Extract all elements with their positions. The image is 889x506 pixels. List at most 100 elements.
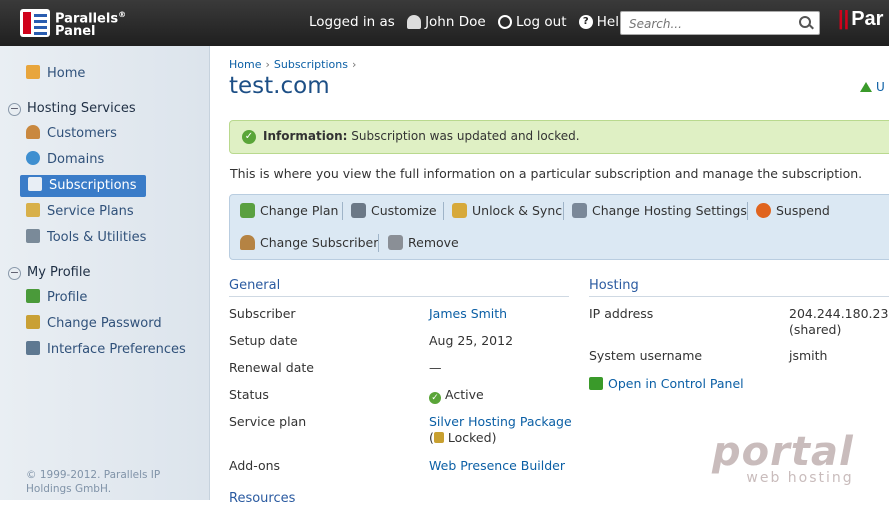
status-text: Active xyxy=(445,387,484,402)
collapse-icon[interactable]: − xyxy=(8,103,21,116)
ip-address-value: 204.244.180.231 xyxy=(789,306,889,321)
arrow-up-icon xyxy=(860,82,872,92)
breadcrumb-subscriptions[interactable]: Subscriptions xyxy=(274,58,348,71)
subscriber-label: Subscriber xyxy=(229,306,296,321)
lock-icon xyxy=(433,432,444,443)
sidebar-label: Customers xyxy=(47,126,117,141)
remove-button[interactable]: Remove xyxy=(388,233,459,253)
sidebar-group-hosting-services[interactable]: − Hosting Services xyxy=(8,101,136,116)
change-hosting-settings-button[interactable]: Change Hosting Settings xyxy=(572,201,747,221)
home-icon xyxy=(26,65,40,79)
logout-icon[interactable] xyxy=(497,15,512,29)
section-divider xyxy=(589,296,889,297)
button-label: Customize xyxy=(371,203,437,218)
change-plan-button[interactable]: Change Plan xyxy=(240,201,338,221)
upgrade-link[interactable]: U xyxy=(860,80,885,94)
toolbar-divider xyxy=(747,202,748,220)
subscriber-icon xyxy=(240,235,255,250)
sidebar-label: Home xyxy=(47,66,86,81)
profile-icon xyxy=(26,289,40,303)
group-label: My Profile xyxy=(27,265,91,280)
check-icon: ✓ xyxy=(242,130,256,144)
setup-date-label: Setup date xyxy=(229,333,298,348)
locked-text: Locked xyxy=(447,430,492,445)
user-name-link[interactable]: John Doe xyxy=(425,14,486,30)
subscriber-link[interactable]: James Smith xyxy=(429,306,507,321)
addons-label: Add-ons xyxy=(229,458,281,473)
partner-logo: || Par xyxy=(838,8,884,30)
logged-in-label: Logged in as xyxy=(309,14,395,30)
renewal-date-label: Renewal date xyxy=(229,360,314,375)
top-header: Parallels® Panel Logged in as John Doe L… xyxy=(0,0,889,46)
ip-address-label: IP address xyxy=(589,306,654,321)
button-label: Suspend xyxy=(776,203,830,218)
button-label: Remove xyxy=(408,235,459,250)
open-control-panel-link[interactable]: Open in Control Panel xyxy=(589,376,744,391)
subscription-icon xyxy=(28,177,42,191)
sidebar-group-my-profile[interactable]: − My Profile xyxy=(8,265,90,280)
service-plan-link[interactable]: Silver Hosting Package xyxy=(429,414,572,429)
open-cp-label: Open in Control Panel xyxy=(608,376,744,391)
system-username-value: jsmith xyxy=(789,348,828,363)
suspend-icon xyxy=(756,203,771,218)
sidebar-item-customers[interactable]: Customers xyxy=(26,124,117,144)
action-toolbar: Change Plan Customize Unlock & Sync Chan… xyxy=(229,194,889,260)
search-box xyxy=(620,11,820,35)
page-title: test.com xyxy=(229,73,330,99)
general-section-title: General xyxy=(229,278,281,293)
change-subscriber-button[interactable]: Change Subscriber xyxy=(240,233,378,253)
sidebar-item-home[interactable]: Home xyxy=(26,64,85,84)
sidebar-item-profile[interactable]: Profile xyxy=(26,288,87,308)
user-bar: Logged in as John Doe Log out ? Help xyxy=(309,14,628,30)
brand-name: Parallels® Panel xyxy=(55,10,127,40)
sidebar-label: Interface Preferences xyxy=(47,342,186,357)
sidebar-label: Domains xyxy=(47,152,105,167)
sidebar-item-subscriptions[interactable]: Subscriptions xyxy=(20,175,146,197)
tools-icon xyxy=(26,229,40,243)
active-check-icon: ✓ xyxy=(429,392,441,404)
addons-link[interactable]: Web Presence Builder xyxy=(429,458,565,473)
sidebar-label: Profile xyxy=(47,290,88,305)
change-plan-icon xyxy=(240,203,255,218)
customize-button[interactable]: Customize xyxy=(351,201,437,221)
portal-watermark: portal web hosting xyxy=(712,432,854,486)
search-icon[interactable] xyxy=(799,16,811,28)
search-input[interactable] xyxy=(627,14,791,34)
sidebar-item-domains[interactable]: Domains xyxy=(26,150,104,170)
toolbar-divider xyxy=(443,202,444,220)
section-divider xyxy=(229,296,569,297)
breadcrumb-home[interactable]: Home xyxy=(229,58,261,71)
service-plan-icon xyxy=(26,203,40,217)
sidebar-item-tools-utilities[interactable]: Tools & Utilities xyxy=(26,228,146,248)
customer-icon xyxy=(26,125,40,139)
brand-line2: Panel xyxy=(55,24,96,40)
unlock-icon xyxy=(452,203,467,218)
button-label: Change Subscriber xyxy=(260,235,379,250)
setup-date-value: Aug 25, 2012 xyxy=(429,333,514,348)
breadcrumb: Home › Subscriptions › xyxy=(229,58,357,71)
group-label: Hosting Services xyxy=(27,101,136,116)
sidebar: Home − Hosting Services Customers Domains… xyxy=(0,46,210,500)
sidebar-item-change-password[interactable]: Change Password xyxy=(26,314,162,334)
unlock-sync-button[interactable]: Unlock & Sync xyxy=(452,201,562,221)
open-panel-icon xyxy=(589,377,603,390)
parallels-logo-icon[interactable] xyxy=(20,9,50,37)
upgrade-label: U xyxy=(876,80,885,94)
help-icon[interactable]: ? xyxy=(578,15,593,29)
logout-link[interactable]: Log out xyxy=(516,14,567,30)
toolbar-divider xyxy=(342,202,343,220)
info-message: Information: Subscription was updated an… xyxy=(263,129,580,143)
button-label: Change Plan xyxy=(260,203,339,218)
watermark-line1: portal xyxy=(712,429,854,475)
partner-logo-text: Par xyxy=(851,8,884,30)
suspend-button[interactable]: Suspend xyxy=(756,201,830,221)
collapse-icon[interactable]: − xyxy=(8,267,21,280)
sidebar-item-service-plans[interactable]: Service Plans xyxy=(26,202,134,222)
trash-icon xyxy=(388,235,403,250)
sidebar-label: Service Plans xyxy=(47,204,134,219)
sidebar-item-interface-preferences[interactable]: Interface Preferences xyxy=(26,340,186,360)
resources-section-title: Resources xyxy=(229,491,296,506)
copyright: © 1999-2012. Parallels IP Holdings GmbH. xyxy=(26,469,161,495)
customize-icon xyxy=(351,203,366,218)
button-label: Unlock & Sync xyxy=(472,203,563,218)
